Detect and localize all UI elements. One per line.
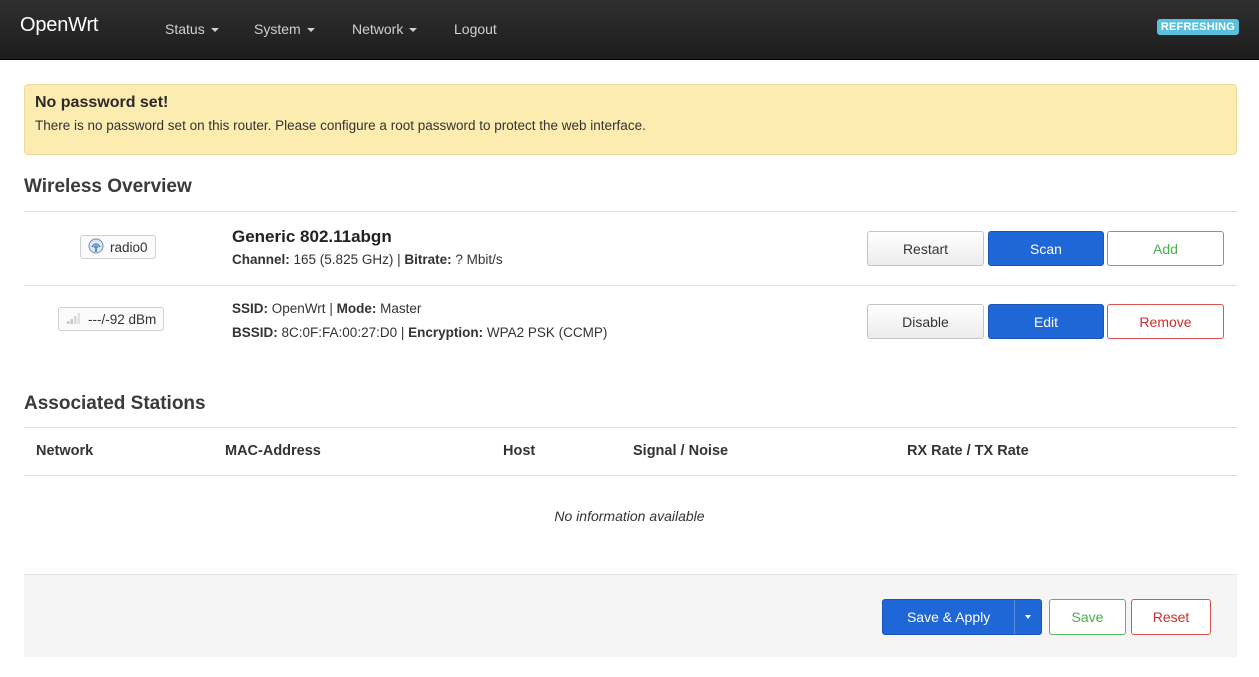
chevron-down-icon [1025, 615, 1032, 619]
bssid-label: BSSID: [232, 325, 278, 340]
no-password-alert: No password set! There is no password se… [24, 84, 1237, 155]
restart-button[interactable]: Restart [867, 231, 984, 266]
channel-label: Channel: [232, 252, 290, 267]
chevron-down-icon [210, 28, 219, 32]
divider [24, 475, 1237, 476]
bssid-value: 8C:0F:FA:00:27:D0 [281, 325, 398, 340]
mode-value: Master [380, 301, 422, 316]
bitrate-label: Bitrate: [404, 252, 452, 267]
add-button[interactable]: Add [1107, 231, 1224, 266]
channel-value: 165 (5.825 GHz) [293, 252, 394, 267]
network-bssid-line: BSSID: 8C:0F:FA:00:27:D0 | Encryption: W… [232, 325, 608, 340]
wireless-radio-icon [88, 238, 104, 257]
divider [24, 427, 1237, 428]
encryption-value: WPA2 PSK (CCMP) [486, 325, 608, 340]
nav-system-menu[interactable]: System [254, 21, 315, 37]
form-actions-footer: Save & Apply Save Reset [24, 574, 1237, 657]
top-navbar: OpenWrt Status System Network Logout REF… [0, 0, 1259, 60]
alert-message: There is no password set on this router.… [35, 118, 646, 133]
alert-title: No password set! [35, 94, 169, 111]
radio-device-badge: radio0 [80, 235, 156, 259]
save-button[interactable]: Save [1049, 599, 1126, 635]
associated-stations-heading: Associated Stations [24, 393, 206, 414]
save-apply-button[interactable]: Save & Apply [883, 600, 1016, 634]
nav-logout-label: Logout [454, 21, 497, 37]
nav-status-label: Status [165, 21, 205, 37]
stations-empty-message: No information available [554, 508, 705, 524]
remove-button[interactable]: Remove [1107, 304, 1224, 339]
save-apply-dropdown-toggle[interactable] [1015, 600, 1041, 634]
column-header-rx-tx-rate: RX Rate / TX Rate [907, 443, 1029, 459]
disable-button[interactable]: Disable [867, 304, 984, 339]
signal-badge: ---/-92 dBm [58, 307, 165, 331]
bitrate-value: ? Mbit/s [455, 252, 503, 267]
nav-logout-link[interactable]: Logout [454, 21, 497, 37]
edit-button[interactable]: Edit [988, 304, 1104, 339]
nav-system-label: System [254, 21, 301, 37]
radio-hardware-title: Generic 802.11abgn [232, 227, 392, 246]
radio-device-label: radio0 [110, 239, 148, 255]
refreshing-badge[interactable]: REFRESHING [1156, 19, 1239, 35]
chevron-down-icon [306, 28, 315, 32]
column-header-signal-noise: Signal / Noise [633, 443, 729, 459]
divider [24, 211, 1237, 212]
column-header-network: Network [36, 443, 94, 459]
nav-network-label: Network [352, 21, 404, 37]
column-header-host: Host [503, 443, 536, 459]
radio-channel-info: Channel: 165 (5.825 GHz) | Bitrate: ? Mb… [232, 252, 503, 267]
nav-network-menu[interactable]: Network [352, 21, 418, 37]
signal-strength-icon [66, 311, 82, 328]
signal-badge-label: ---/-92 dBm [88, 311, 157, 327]
brand-logo[interactable]: OpenWrt [20, 14, 98, 37]
ssid-label: SSID: [232, 301, 269, 316]
ssid-value: OpenWrt [271, 301, 326, 316]
wireless-overview-heading: Wireless Overview [24, 176, 192, 197]
divider [24, 285, 1237, 286]
save-apply-split-button[interactable]: Save & Apply [882, 599, 1042, 635]
column-header-mac-address: MAC-Address [225, 443, 321, 459]
chevron-down-icon [409, 28, 418, 32]
nav-status-menu[interactable]: Status [165, 21, 219, 37]
scan-button[interactable]: Scan [988, 231, 1104, 266]
network-ssid-line: SSID: OpenWrt | Mode: Master [232, 301, 422, 316]
encryption-label: Encryption: [408, 325, 484, 340]
mode-label: Mode: [336, 301, 377, 316]
reset-button[interactable]: Reset [1131, 599, 1211, 635]
